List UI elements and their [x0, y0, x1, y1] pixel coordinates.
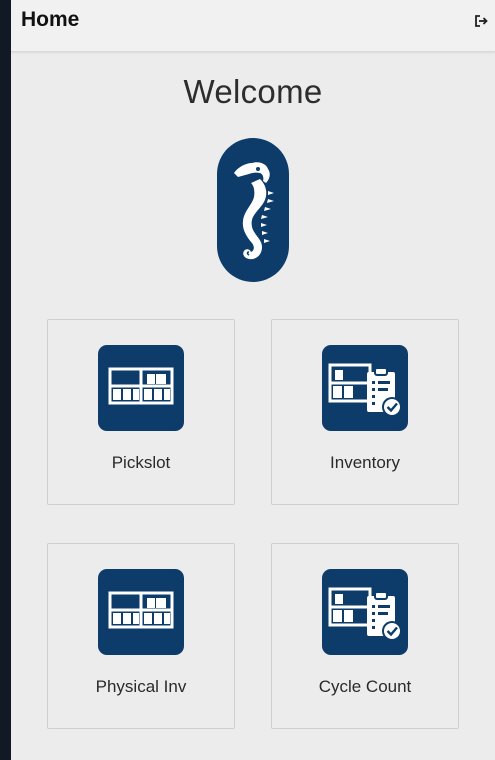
warehouse-shelf-icon	[98, 345, 184, 431]
tile-inventory[interactable]: Inventory	[271, 319, 459, 505]
logout-icon[interactable]	[473, 13, 489, 29]
inventory-checklist-icon	[322, 569, 408, 655]
inventory-checklist-icon	[322, 345, 408, 431]
tile-cycle-count[interactable]: Cycle Count	[271, 543, 459, 729]
warehouse-shelf-icon	[98, 569, 184, 655]
tile-label: Inventory	[330, 453, 400, 472]
tile-label: Cycle Count	[318, 677, 412, 696]
tile-pickslot[interactable]: Pickslot	[47, 319, 235, 505]
tile-physical-inv[interactable]: Physical Inv	[47, 543, 235, 729]
welcome-heading: Welcome	[183, 73, 323, 110]
tile-label: Pickslot	[111, 453, 171, 472]
app-bar: Home	[11, 0, 495, 52]
tile-label: Physical Inv	[95, 677, 187, 696]
page-title: Home	[21, 8, 80, 31]
seahorse-logo-icon	[216, 137, 290, 283]
app-screen: Home Welcome Pickslot Inventory Physical…	[11, 0, 495, 760]
